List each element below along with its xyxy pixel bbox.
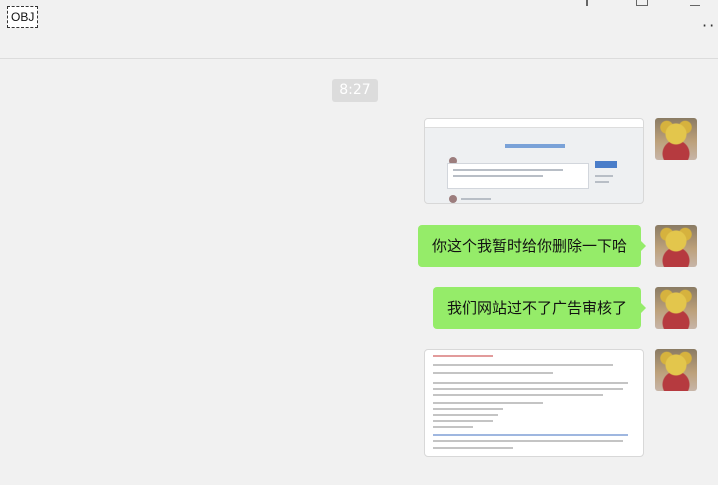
obj-placeholder: OBJ xyxy=(7,6,39,28)
screenshot-text-line xyxy=(433,447,513,449)
screenshot-title-line xyxy=(505,144,565,148)
avatar[interactable] xyxy=(655,349,697,391)
screenshot-text-line xyxy=(453,169,563,171)
message-timestamp: 8:27 xyxy=(332,79,378,102)
more-options-icon[interactable]: ·· xyxy=(702,18,716,34)
maximize-icon[interactable] xyxy=(636,0,648,6)
screenshot-text-line xyxy=(461,198,491,200)
message-text: 你这个我暂时给你删除一下哈 xyxy=(431,237,627,255)
screenshot-text-line xyxy=(433,434,628,436)
bubble-tail xyxy=(640,302,646,314)
screenshot-text-line xyxy=(453,175,543,177)
screenshot-text-line xyxy=(595,175,613,177)
screenshot-text-line xyxy=(433,355,493,357)
screenshot-text-line xyxy=(433,426,473,428)
screenshot-text-line xyxy=(433,372,553,374)
screenshot-text-line xyxy=(433,420,493,422)
screenshot-text-line xyxy=(433,388,623,390)
image-message[interactable] xyxy=(424,349,644,457)
avatar[interactable] xyxy=(655,118,697,160)
screenshot-text-line xyxy=(433,408,503,410)
image-message[interactable] xyxy=(424,118,644,204)
screenshot-text-line xyxy=(433,440,623,442)
screenshot-text-line xyxy=(433,364,613,366)
screenshot-text-line xyxy=(433,394,603,396)
window-control-icon[interactable] xyxy=(586,0,588,6)
chat-bubble[interactable]: 你这个我暂时给你删除一下哈 xyxy=(417,225,646,267)
chat-header: OBJ ·· xyxy=(0,0,718,59)
minimize-icon[interactable] xyxy=(690,0,700,6)
message-text: 我们网站过不了广告审核了 xyxy=(446,299,627,317)
chat-bubble[interactable]: 我们网站过不了广告审核了 xyxy=(432,287,646,329)
avatar[interactable] xyxy=(655,225,697,267)
screenshot-button xyxy=(595,161,617,168)
screenshot-text-line xyxy=(433,382,628,384)
screenshot-text-line xyxy=(433,414,498,416)
avatar[interactable] xyxy=(655,287,697,329)
screenshot-text-line xyxy=(433,402,543,404)
screenshot-header xyxy=(425,119,643,128)
bubble-tail xyxy=(640,240,646,252)
screenshot-text-line xyxy=(595,181,609,183)
screenshot-avatar xyxy=(449,195,457,203)
